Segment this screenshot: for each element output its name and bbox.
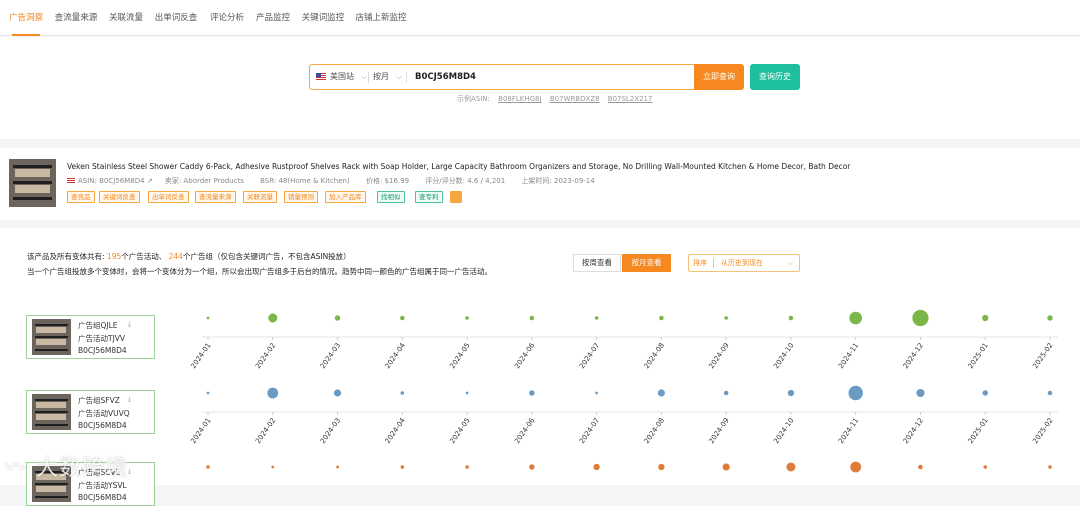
data-point[interactable] xyxy=(594,316,599,320)
x-tick-label: 2024-02 xyxy=(254,417,277,446)
data-point[interactable] xyxy=(658,463,665,471)
x-tick-label: 2024-10 xyxy=(772,342,795,371)
data-point[interactable] xyxy=(268,313,278,323)
data-point[interactable] xyxy=(271,465,275,469)
x-tick-label: 2024-09 xyxy=(707,417,730,446)
data-point[interactable] xyxy=(657,389,665,397)
shelf-graphic xyxy=(35,496,68,498)
x-tick-label: 2025-02 xyxy=(1031,342,1054,371)
data-point[interactable] xyxy=(916,388,925,398)
x-tick-label: 2025-01 xyxy=(967,417,990,446)
data-point[interactable] xyxy=(1047,390,1053,396)
data-point[interactable] xyxy=(595,391,599,395)
x-tick-label: 2024-08 xyxy=(643,342,666,371)
data-point[interactable] xyxy=(850,461,862,473)
data-point[interactable] xyxy=(465,391,469,395)
data-point[interactable] xyxy=(206,465,210,469)
x-tick-label: 2024-06 xyxy=(513,341,537,370)
x-tick-label: 2024-01 xyxy=(189,417,212,446)
data-point[interactable] xyxy=(400,315,405,321)
x-tick-label: 2024-05 xyxy=(448,417,471,446)
x-tick-label: 2024-07 xyxy=(578,342,601,371)
x-tick-label: 2024-12 xyxy=(902,342,925,371)
data-point[interactable] xyxy=(787,389,795,397)
data-point[interactable] xyxy=(529,464,535,470)
data-point[interactable] xyxy=(848,385,863,401)
variant-asin: B0CJ56M8D4 xyxy=(78,493,127,502)
data-point[interactable] xyxy=(918,464,923,470)
data-point[interactable] xyxy=(722,463,730,471)
x-tick-label: 2024-03 xyxy=(319,342,342,371)
ad-trend-chart: 2024-01 2024-02 2024-03 2024-04 2024-05 2024-… xyxy=(189,309,1058,473)
x-tick-label: 2025-01 xyxy=(967,342,990,371)
x-tick-label: 2024-11 xyxy=(837,417,860,446)
x-tick-label: 2024-08 xyxy=(643,417,666,446)
x-tick-label: 2024-11 xyxy=(837,342,860,371)
data-point[interactable] xyxy=(1047,315,1053,321)
data-point[interactable] xyxy=(659,315,664,321)
x-tick-label: 2024-06 xyxy=(513,416,537,445)
data-point[interactable] xyxy=(333,389,342,397)
data-point[interactable] xyxy=(206,391,210,395)
data-point[interactable] xyxy=(465,465,469,469)
watermark: 〰 大数跨境 xyxy=(5,450,128,482)
data-point[interactable] xyxy=(334,315,341,321)
x-tick-label: 2024-09 xyxy=(707,342,730,371)
x-tick-label: 2024-04 xyxy=(384,341,408,370)
shelf-graphic xyxy=(36,486,66,492)
watermark-text: 大数跨境 xyxy=(36,456,129,481)
data-point[interactable] xyxy=(786,462,796,472)
data-point[interactable] xyxy=(1048,465,1052,469)
x-tick-label: 2024-04 xyxy=(384,416,408,445)
data-point[interactable] xyxy=(849,311,862,325)
x-tick-label: 2024-03 xyxy=(319,417,342,446)
data-point[interactable] xyxy=(724,316,728,320)
data-point[interactable] xyxy=(982,390,988,396)
data-point[interactable] xyxy=(723,390,729,396)
data-point[interactable] xyxy=(788,315,794,321)
x-tick-label: 2025-02 xyxy=(1031,417,1054,446)
data-point[interactable] xyxy=(206,316,210,320)
data-point[interactable] xyxy=(465,316,469,320)
data-point[interactable] xyxy=(912,309,929,327)
x-tick-label: 2024-12 xyxy=(902,417,925,446)
data-point[interactable] xyxy=(400,465,405,469)
x-tick-label: 2024-02 xyxy=(254,342,277,371)
data-point[interactable] xyxy=(983,465,988,469)
data-point[interactable] xyxy=(400,391,405,395)
data-point[interactable] xyxy=(593,463,600,471)
data-point[interactable] xyxy=(267,387,279,399)
data-point[interactable] xyxy=(529,390,535,396)
x-tick-label: 2024-07 xyxy=(578,417,601,446)
data-point[interactable] xyxy=(982,314,989,322)
data-point[interactable] xyxy=(336,465,339,469)
x-tick-label: 2024-10 xyxy=(772,417,795,446)
data-point[interactable] xyxy=(529,315,535,321)
x-tick-label: 2024-05 xyxy=(448,342,471,371)
x-tick-label: 2024-01 xyxy=(189,342,212,371)
watermark-logo-icon: 〰 xyxy=(5,456,29,481)
